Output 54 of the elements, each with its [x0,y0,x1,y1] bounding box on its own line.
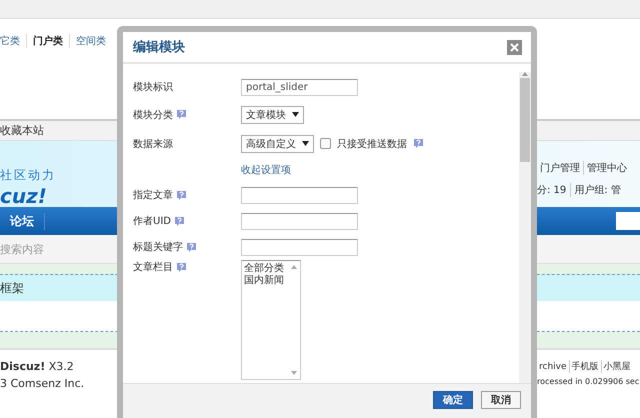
category-tab[interactable]: 门户类 [27,34,70,48]
scrollbar[interactable] [519,72,531,383]
frame-title: 框架 [0,280,24,296]
help-icon[interactable] [176,262,187,272]
logo: cuz! [0,184,47,207]
category-tab[interactable]: 它类 [0,34,27,48]
scroll-down-icon[interactable] [290,371,296,375]
footer-stats: rocessed in 0.029906 sec [537,377,640,386]
collapse-link[interactable]: 收起设置项 [241,163,519,177]
footer-link[interactable]: 手机版 [568,360,601,373]
field-label: 作者UID [133,214,241,228]
cancel-button[interactable]: 取消 [481,391,521,409]
category-tab[interactable]: 空间类 [70,34,112,48]
field-label: 模块分类 [133,108,241,122]
list-option[interactable]: 国内新闻 [244,275,285,287]
dialog-title: 编辑模块 [133,38,185,56]
checkbox[interactable] [320,138,331,149]
text-field[interactable]: portal_slider [241,78,358,96]
footer-link[interactable]: 小黑屋 [600,360,633,373]
bookmark-link[interactable]: 收藏本站 [0,123,44,138]
user-link[interactable]: 门户管理 [537,161,583,175]
field-label: 指定文章 [133,188,241,202]
footer-link[interactable]: rchive [537,362,569,372]
help-icon[interactable] [413,138,424,149]
help-icon[interactable] [176,109,187,120]
nav-tab[interactable]: 论坛 [0,212,45,230]
slogan: 社区动力 [0,167,56,184]
close-icon [510,42,519,52]
close-button[interactable] [507,40,522,54]
field-label: 标题关键字 [133,240,241,254]
scroll-up-icon[interactable] [522,72,528,76]
user-group: 用户组: 管 [570,183,624,197]
help-icon[interactable] [186,242,197,252]
footer-text: Discuz! X3.2 [0,360,74,373]
category-list[interactable]: 全部分类 国内新闻 [241,260,301,380]
help-icon[interactable] [176,190,187,200]
caret-icon [292,112,299,117]
text-field[interactable] [241,186,358,204]
dropdown[interactable]: 高级自定义 [241,134,314,152]
field-label: 数据来源 [133,138,174,150]
text-field[interactable] [241,238,358,256]
checkbox-label: 只接受推送数据 [337,138,407,150]
field-label: 文章栏目 [133,260,241,274]
dropdown[interactable]: 文章模块 [241,106,304,124]
credits[interactable]: 分: 19 [537,183,566,197]
text-field[interactable] [241,212,358,230]
field-label: 模块标识 [133,80,174,94]
confirm-button[interactable]: 确定 [433,391,473,409]
footer-text: 3 Comsenz Inc. [0,377,84,390]
list-option[interactable]: 全部分类 [244,263,285,275]
help-icon[interactable] [174,216,185,226]
scrollbar-thumb[interactable] [520,78,530,162]
search-field[interactable] [616,212,640,230]
user-link[interactable]: 管理中心 [583,161,630,175]
